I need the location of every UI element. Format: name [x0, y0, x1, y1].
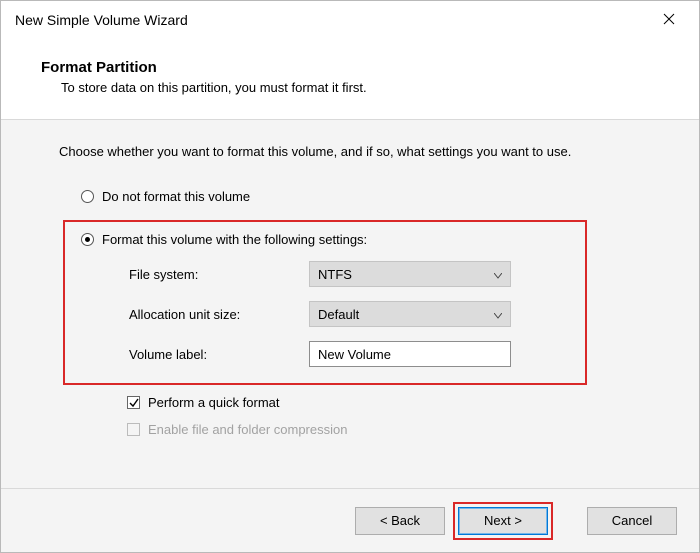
- volume-label-input[interactable]: New Volume: [309, 341, 511, 367]
- close-button[interactable]: [649, 5, 689, 35]
- wizard-footer: < Back Next > Cancel: [1, 488, 699, 552]
- chevron-down-icon: [494, 307, 502, 322]
- radio-icon: [81, 233, 94, 246]
- next-button[interactable]: Next >: [458, 507, 548, 535]
- highlight-format-settings: Format this volume with the following se…: [63, 220, 587, 385]
- file-system-value: NTFS: [318, 267, 352, 282]
- checkbox-label: Enable file and folder compression: [148, 422, 347, 437]
- file-system-select[interactable]: NTFS: [309, 261, 511, 287]
- allocation-unit-value: Default: [318, 307, 359, 322]
- field-allocation-unit: Allocation unit size: Default: [129, 301, 571, 327]
- radio-format[interactable]: Format this volume with the following se…: [79, 232, 571, 247]
- checkbox-icon: [127, 423, 140, 436]
- allocation-unit-label: Allocation unit size:: [129, 307, 309, 322]
- window-title: New Simple Volume Wizard: [15, 12, 649, 28]
- field-volume-label: Volume label: New Volume: [129, 341, 571, 367]
- field-file-system: File system: NTFS: [129, 261, 571, 287]
- radio-do-not-format[interactable]: Do not format this volume: [59, 189, 641, 204]
- button-label: < Back: [380, 513, 420, 528]
- chevron-down-icon: [494, 267, 502, 282]
- back-button[interactable]: < Back: [355, 507, 445, 535]
- button-label: Cancel: [612, 513, 652, 528]
- titlebar: New Simple Volume Wizard: [1, 1, 699, 39]
- wizard-header: Format Partition To store data on this p…: [1, 39, 699, 119]
- radio-label: Format this volume with the following se…: [102, 232, 367, 247]
- volume-label-value: New Volume: [318, 347, 391, 362]
- page-subtitle: To store data on this partition, you mus…: [41, 80, 659, 95]
- intro-text: Choose whether you want to format this v…: [59, 144, 641, 159]
- allocation-unit-select[interactable]: Default: [309, 301, 511, 327]
- radio-label: Do not format this volume: [102, 189, 250, 204]
- page-title: Format Partition: [41, 59, 659, 76]
- checkbox-label: Perform a quick format: [148, 395, 280, 410]
- format-settings: File system: NTFS Allocation unit size: …: [79, 261, 571, 367]
- file-system-label: File system:: [129, 267, 309, 282]
- radio-icon: [81, 190, 94, 203]
- checkbox-compression: Enable file and folder compression: [59, 422, 641, 437]
- button-label: Next >: [484, 513, 522, 528]
- highlight-next-button: Next >: [453, 502, 553, 540]
- wizard-body: Choose whether you want to format this v…: [1, 119, 699, 488]
- checkbox-icon: [127, 396, 140, 409]
- checkbox-quick-format[interactable]: Perform a quick format: [59, 395, 641, 410]
- wizard-window: New Simple Volume Wizard Format Partitio…: [0, 0, 700, 553]
- cancel-button[interactable]: Cancel: [587, 507, 677, 535]
- close-icon: [663, 13, 675, 28]
- volume-label-label: Volume label:: [129, 347, 309, 362]
